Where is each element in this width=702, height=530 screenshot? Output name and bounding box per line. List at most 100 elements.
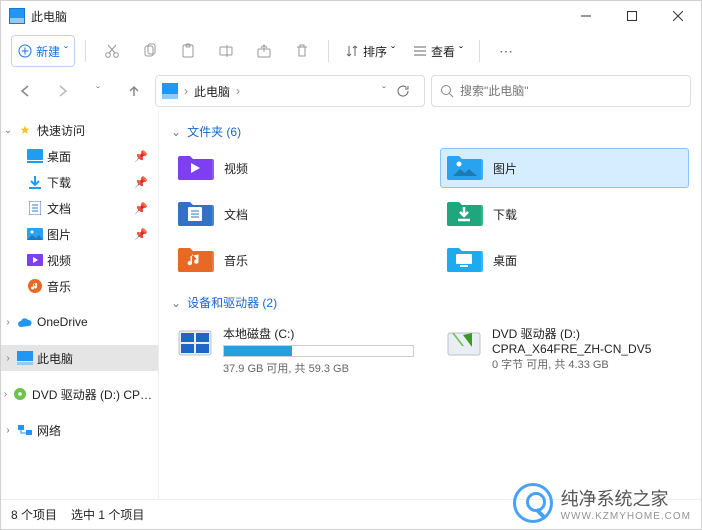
folder-item[interactable]: 图片	[440, 148, 689, 188]
new-button[interactable]: 新建 ˇ	[11, 35, 75, 67]
sidebar-item-documents[interactable]: 文档📌	[1, 195, 158, 221]
folder-item[interactable]: 音乐	[171, 240, 420, 280]
addressbar: ˇ › 此电脑 › ˇ	[1, 71, 701, 111]
breadcrumb-root[interactable]: 此电脑	[194, 83, 230, 100]
chevron-down-icon: ⌄	[171, 125, 181, 139]
chevron-down-icon[interactable]: ˇ	[382, 84, 386, 98]
chevron-right-icon: ›	[236, 84, 240, 98]
separator	[479, 40, 480, 62]
rename-button[interactable]	[210, 35, 242, 67]
chevron-right-icon: ›	[3, 425, 13, 436]
drive-icon	[177, 325, 213, 361]
sidebar-label: DVD 驱动器 (D:) CPRA_X64FRE_ZH-CN_DV5	[32, 386, 158, 403]
recent-button[interactable]: ˇ	[83, 76, 113, 106]
drive-item[interactable]: 本地磁盘 (C:) 37.9 GB 可用, 共 59.3 GB	[171, 323, 420, 378]
sidebar-label: 快速访问	[37, 122, 85, 139]
sort-icon	[345, 44, 359, 58]
sidebar-item-desktop[interactable]: 桌面📌	[1, 143, 158, 169]
document-icon	[27, 200, 43, 216]
sidebar-label: OneDrive	[37, 315, 88, 329]
copy-icon	[142, 43, 158, 59]
watermark-sub: WWW.KZMYHOME.COM	[561, 511, 691, 522]
back-button[interactable]	[11, 76, 41, 106]
folder-item[interactable]: 文档	[171, 194, 420, 234]
sidebar-network[interactable]: › 网络	[1, 417, 158, 443]
drive-subname: CPRA_X64FRE_ZH-CN_DV5	[492, 342, 683, 356]
folder-item[interactable]: 视频	[171, 148, 420, 188]
maximize-button[interactable]	[609, 1, 655, 31]
chevron-down-icon: ˇ	[96, 84, 100, 98]
status-selected: 选中 1 个项目	[71, 506, 144, 523]
sidebar-item-label: 音乐	[47, 278, 71, 295]
up-button[interactable]	[119, 76, 149, 106]
paste-button[interactable]	[172, 35, 204, 67]
search-box[interactable]	[431, 75, 691, 107]
delete-button[interactable]	[286, 35, 318, 67]
sidebar-item-label: 下载	[47, 174, 71, 191]
sidebar-item-music[interactable]: 音乐	[1, 273, 158, 299]
pin-icon: 📌	[134, 150, 148, 163]
folder-item[interactable]: 桌面	[440, 240, 689, 280]
view-label: 查看	[431, 43, 455, 60]
separator	[328, 40, 329, 62]
this-pc-icon	[162, 83, 178, 99]
drive-item[interactable]: DVD 驱动器 (D:)CPRA_X64FRE_ZH-CN_DV50 字节 可用…	[440, 323, 689, 378]
sort-button[interactable]: 排序 ˇ	[339, 35, 401, 67]
search-input[interactable]	[460, 84, 682, 98]
chevron-right-icon: ›	[184, 84, 188, 98]
sidebar-quick-access[interactable]: ⌄ ★ 快速访问	[1, 117, 158, 143]
folder-icon	[178, 198, 214, 230]
folder-icon	[447, 152, 483, 184]
sidebar-onedrive[interactable]: › OneDrive	[1, 309, 158, 335]
drive-name: 本地磁盘 (C:)	[223, 325, 414, 342]
chevron-down-icon: ˇ	[459, 44, 463, 58]
network-icon	[17, 422, 33, 438]
share-button[interactable]	[248, 35, 280, 67]
minimize-button[interactable]	[563, 1, 609, 31]
paste-icon	[180, 43, 196, 59]
chevron-down-icon: ⌄	[3, 125, 13, 136]
sidebar: ⌄ ★ 快速访问 桌面📌 下载📌 文档📌 图片📌 视频 音乐 ›OneDrive…	[1, 111, 159, 499]
copy-button[interactable]	[134, 35, 166, 67]
separator	[85, 40, 86, 62]
sidebar-item-videos[interactable]: 视频	[1, 247, 158, 273]
chevron-right-icon: ›	[3, 317, 13, 328]
status-items: 8 个项目	[11, 506, 57, 523]
toolbar: 新建 ˇ 排序 ˇ 查看 ˇ ⋯	[1, 31, 701, 71]
titlebar: 此电脑	[1, 1, 701, 31]
sidebar-dvd[interactable]: ›DVD 驱动器 (D:) CPRA_X64FRE_ZH-CN_DV5	[1, 381, 158, 407]
drive-usage-bar	[223, 345, 414, 357]
trash-icon	[294, 43, 310, 59]
folder-label: 音乐	[224, 252, 248, 269]
group-devices-header[interactable]: ⌄ 设备和驱动器 (2)	[171, 290, 689, 319]
folder-item[interactable]: 下载	[440, 194, 689, 234]
star-icon: ★	[17, 122, 33, 138]
pin-icon: 📌	[134, 228, 148, 241]
sidebar-item-downloads[interactable]: 下载📌	[1, 169, 158, 195]
drive-detail: 0 字节 可用, 共 4.33 GB	[492, 356, 683, 372]
pin-icon: 📌	[134, 202, 148, 215]
close-button[interactable]	[655, 1, 701, 31]
pictures-icon	[27, 226, 43, 242]
sidebar-this-pc[interactable]: ›此电脑	[1, 345, 158, 371]
view-button[interactable]: 查看 ˇ	[407, 35, 469, 67]
drive-name: DVD 驱动器 (D:)	[492, 325, 683, 342]
cut-button[interactable]	[96, 35, 128, 67]
content-area: ⌄ 文件夹 (6) 视频图片文档 下载音乐 桌面 ⌄ 设备和驱动器 (2) 本地磁盘…	[159, 111, 701, 499]
more-button[interactable]: ⋯	[490, 35, 522, 67]
sidebar-item-pictures[interactable]: 图片📌	[1, 221, 158, 247]
folder-icon	[178, 152, 214, 184]
breadcrumb[interactable]: › 此电脑 › ˇ	[155, 75, 425, 107]
new-label: 新建	[36, 43, 60, 60]
forward-button[interactable]	[47, 76, 77, 106]
watermark-text: 纯净系统之家	[561, 485, 691, 511]
sidebar-item-label: 视频	[47, 252, 71, 269]
folder-label: 下载	[493, 206, 517, 223]
share-icon	[256, 43, 272, 59]
group-folders-header[interactable]: ⌄ 文件夹 (6)	[171, 119, 689, 148]
drive-detail: 37.9 GB 可用, 共 59.3 GB	[223, 360, 414, 376]
sidebar-label: 此电脑	[37, 350, 73, 367]
window-title: 此电脑	[31, 8, 67, 25]
refresh-button[interactable]	[388, 76, 418, 106]
sidebar-label: 网络	[37, 422, 61, 439]
